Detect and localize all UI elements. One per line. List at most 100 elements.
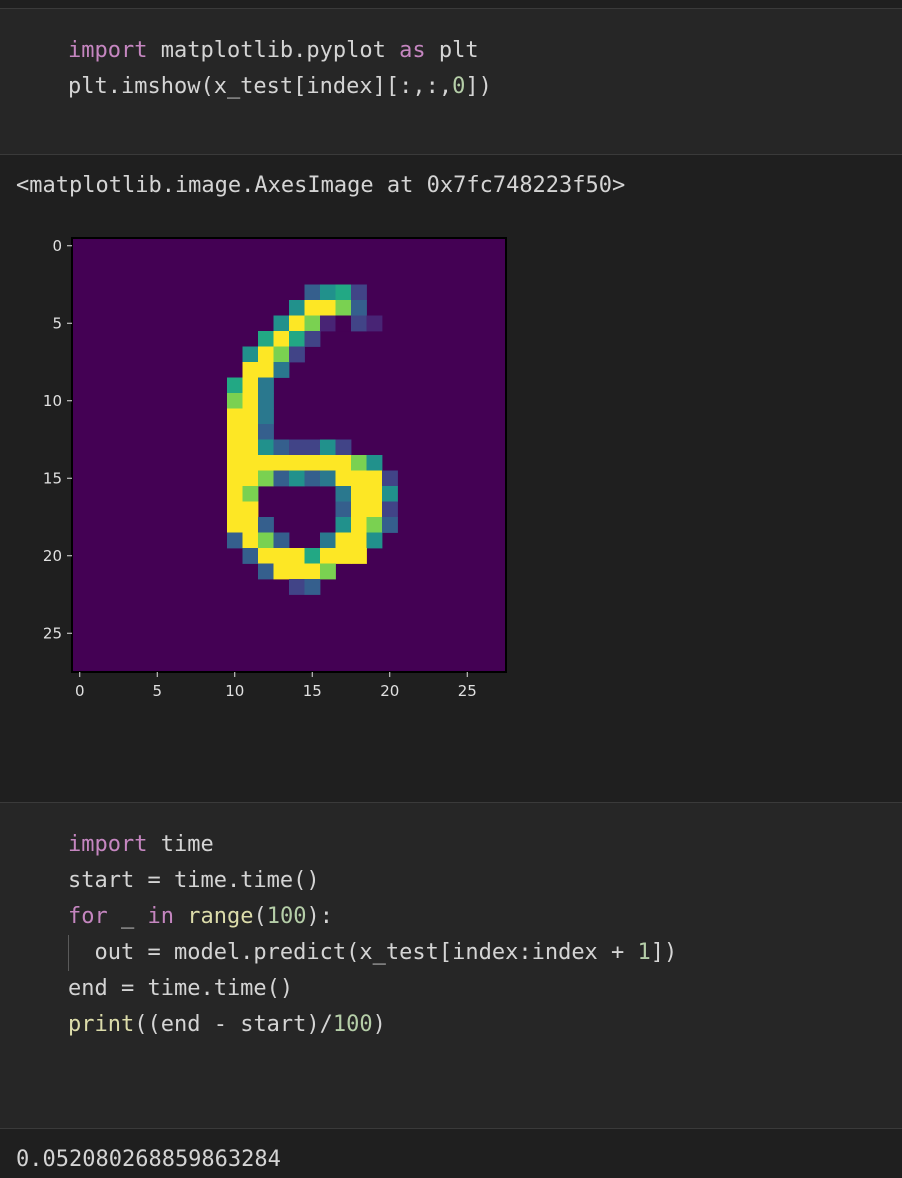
image-pixel bbox=[304, 548, 321, 564]
function-name: print bbox=[68, 1012, 135, 1037]
image-pixel bbox=[227, 408, 243, 425]
image-pixel bbox=[366, 470, 383, 487]
image-pixel bbox=[366, 501, 383, 518]
image-pixel bbox=[304, 563, 321, 580]
x-tick-label: 10 bbox=[225, 682, 244, 700]
code-token: out = model.predict(x_test[index:index + bbox=[68, 940, 638, 965]
image-pixel bbox=[242, 501, 259, 518]
image-pixel bbox=[258, 517, 274, 533]
image-pixel bbox=[242, 346, 259, 363]
cell-output-text: 0.052080268859863284 bbox=[16, 1147, 281, 1172]
number-literal: 100 bbox=[266, 904, 307, 929]
image-pixel bbox=[242, 408, 259, 425]
image-pixel bbox=[242, 393, 259, 409]
image-pixel bbox=[351, 315, 367, 332]
image-pixel bbox=[335, 501, 352, 518]
image-pixel bbox=[273, 439, 290, 456]
code-cell-timing[interactable]: import time start = time.time() for _ in… bbox=[0, 802, 902, 1129]
image-pixel bbox=[320, 470, 336, 487]
code-line-4[interactable]: out = model.predict(x_test[index:index +… bbox=[68, 935, 677, 971]
code-line-2[interactable]: start = time.time() bbox=[68, 863, 320, 899]
image-pixel bbox=[258, 346, 274, 363]
image-pixel bbox=[335, 532, 352, 549]
image-pixel bbox=[258, 362, 274, 378]
image-pixel bbox=[335, 315, 352, 332]
y-tick-label: 10 bbox=[43, 392, 62, 410]
image-pixel bbox=[351, 548, 367, 564]
image-pixel bbox=[242, 470, 259, 487]
image-pixel bbox=[242, 439, 259, 456]
image-pixel bbox=[335, 470, 352, 487]
code-cell-plot[interactable]: import matplotlib.pyplot as plt plt.imsh… bbox=[0, 8, 902, 155]
image-pixel bbox=[320, 284, 336, 301]
y-tick-label: 15 bbox=[43, 469, 62, 487]
image-pixel bbox=[304, 284, 321, 301]
code-line-1[interactable]: import time bbox=[68, 827, 214, 863]
image-pixel bbox=[320, 563, 336, 580]
image-pixel bbox=[335, 284, 352, 301]
image-pixel bbox=[382, 501, 398, 518]
keyword-import: import bbox=[68, 38, 148, 63]
y-tick-label: 20 bbox=[43, 547, 62, 565]
image-plot-svg: 0 5 10 15 20 25 0 5 10 15 20 25 bbox=[43, 237, 507, 700]
image-pixel bbox=[289, 579, 305, 595]
y-tick-label: 5 bbox=[52, 314, 62, 332]
image-pixel bbox=[366, 532, 383, 549]
code-line-5[interactable]: end = time.time() bbox=[68, 971, 293, 1007]
image-pixel bbox=[289, 455, 305, 471]
image-pixel bbox=[382, 517, 398, 533]
code-token: ((end - start)/ bbox=[134, 1012, 333, 1037]
code-line-6[interactable]: print((end - start)/100) bbox=[68, 1007, 386, 1043]
image-pixel bbox=[351, 300, 367, 316]
image-pixel bbox=[366, 315, 383, 332]
image-pixel bbox=[273, 331, 290, 347]
code-line-3[interactable]: for _ in range(100): bbox=[68, 899, 333, 935]
keyword-for: for bbox=[68, 904, 108, 929]
image-pixel bbox=[273, 315, 290, 332]
image-pixel bbox=[242, 486, 259, 502]
image-pixel bbox=[335, 439, 352, 456]
code-token: ]) bbox=[465, 74, 492, 99]
image-pixel bbox=[258, 408, 274, 425]
code-token: matplotlib.pyplot bbox=[147, 38, 400, 63]
image-pixel bbox=[351, 470, 367, 487]
image-pixel bbox=[304, 331, 321, 347]
x-tick-label: 5 bbox=[152, 682, 162, 700]
image-pixel bbox=[289, 548, 305, 564]
image-pixel bbox=[351, 532, 367, 549]
image-pixel bbox=[304, 300, 321, 316]
image-pixel bbox=[273, 548, 290, 564]
image-pixel bbox=[258, 455, 274, 471]
image-pixel bbox=[320, 455, 336, 471]
imshow-plot: 0 5 10 15 20 25 0 5 10 15 20 25 bbox=[0, 220, 540, 720]
code-line-2[interactable]: plt.imshow(x_test[index][:,:,0]) bbox=[68, 69, 492, 105]
image-pixel bbox=[242, 517, 259, 533]
x-tick-label: 25 bbox=[458, 682, 477, 700]
image-pixel bbox=[289, 300, 305, 316]
image-pixel bbox=[258, 470, 274, 487]
image-pixel bbox=[227, 486, 243, 502]
image-pixel bbox=[351, 455, 367, 471]
image-pixel bbox=[258, 548, 274, 564]
image-pixel bbox=[273, 346, 290, 363]
x-tick-label: 20 bbox=[380, 682, 399, 700]
image-pixel bbox=[320, 548, 336, 564]
code-token: plt bbox=[425, 38, 479, 63]
number-literal: 0 bbox=[452, 74, 466, 99]
image-pixel bbox=[258, 532, 274, 549]
image-pixel bbox=[273, 362, 290, 378]
code-token: ): bbox=[306, 904, 333, 929]
keyword-import: import bbox=[68, 832, 148, 857]
image-pixel bbox=[258, 393, 274, 409]
image-pixel bbox=[258, 331, 274, 347]
y-tick-label: 0 bbox=[52, 237, 62, 255]
image-pixel bbox=[335, 548, 352, 564]
image-pixel bbox=[351, 501, 367, 518]
image-pixel bbox=[242, 548, 259, 564]
code-line-1[interactable]: import matplotlib.pyplot as plt bbox=[68, 33, 479, 69]
image-pixel bbox=[335, 517, 352, 533]
image-pixel bbox=[258, 377, 274, 394]
image-pixel bbox=[227, 439, 243, 456]
image-pixel bbox=[304, 470, 321, 487]
